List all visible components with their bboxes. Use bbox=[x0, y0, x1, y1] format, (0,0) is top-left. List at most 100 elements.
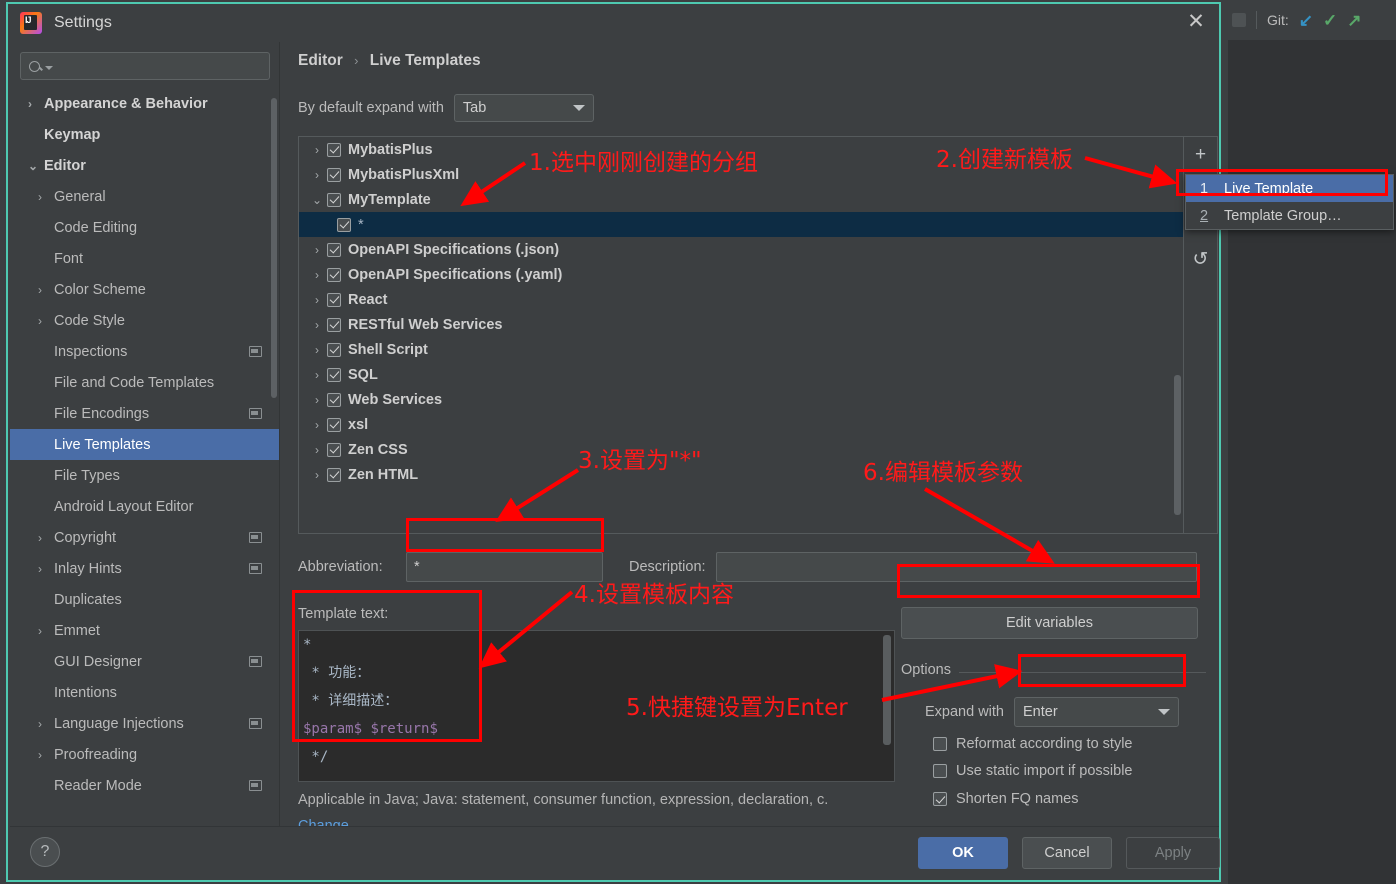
template-enabled-checkbox[interactable] bbox=[327, 142, 341, 157]
chevron-right-icon[interactable]: › bbox=[307, 418, 327, 432]
template-enabled-checkbox[interactable] bbox=[327, 367, 341, 382]
sidebar-item-gui-designer[interactable]: ›GUI Designer bbox=[10, 646, 280, 677]
description-input[interactable] bbox=[715, 552, 1197, 582]
sidebar-item-file-and-code-templates[interactable]: ›File and Code Templates bbox=[10, 367, 280, 398]
chevron-right-icon[interactable]: › bbox=[307, 293, 327, 307]
sidebar-item-file-encodings[interactable]: ›File Encodings bbox=[10, 398, 280, 429]
sidebar-item-proofreading[interactable]: › Proofreading bbox=[10, 739, 280, 770]
revert-template-button[interactable]: ↺ bbox=[1188, 247, 1214, 271]
sidebar-item-live-templates[interactable]: ›Live Templates bbox=[10, 429, 280, 460]
chevron-right-icon[interactable]: › bbox=[307, 468, 327, 482]
search-input[interactable] bbox=[20, 52, 270, 80]
git-commit-icon[interactable]: ✓ bbox=[1323, 12, 1337, 29]
checkbox-indicator[interactable] bbox=[933, 737, 947, 751]
sidebar-item-inspections[interactable]: ›Inspections bbox=[10, 336, 280, 367]
chevron-right-icon[interactable]: › bbox=[307, 393, 327, 407]
sidebar-item-color-scheme[interactable]: › Color Scheme bbox=[10, 274, 280, 305]
help-button[interactable]: ? bbox=[30, 837, 60, 867]
add-template-button[interactable]: + bbox=[1188, 143, 1214, 167]
template-enabled-checkbox[interactable] bbox=[327, 417, 341, 432]
template-enabled-checkbox[interactable] bbox=[327, 442, 341, 457]
sidebar-item-code-style[interactable]: › Code Style bbox=[10, 305, 280, 336]
expand-default-select[interactable]: Tab bbox=[453, 94, 594, 122]
option-checkbox-reformat-according-to-style[interactable]: Reformat according to style bbox=[933, 736, 1133, 752]
cancel-button[interactable]: Cancel bbox=[1022, 837, 1112, 869]
chevron-right-icon[interactable]: › bbox=[307, 143, 327, 157]
chevron-right-icon[interactable]: › bbox=[307, 268, 327, 282]
checkbox-indicator[interactable] bbox=[933, 792, 947, 806]
sidebar-item-font[interactable]: ›Font bbox=[10, 243, 280, 274]
template-enabled-checkbox[interactable] bbox=[327, 292, 341, 307]
expand-with-select[interactable]: Enter bbox=[1014, 697, 1179, 727]
apply-button[interactable]: Apply bbox=[1126, 837, 1220, 869]
template-enabled-checkbox[interactable] bbox=[327, 317, 341, 332]
chevron-right-icon[interactable]: › bbox=[307, 443, 327, 457]
template-tree-row[interactable]: › Shell Script bbox=[299, 337, 1183, 362]
template-tree-row[interactable]: › Web Services bbox=[299, 387, 1183, 412]
template-enabled-checkbox[interactable] bbox=[327, 392, 341, 407]
list-scrollbar[interactable] bbox=[1174, 375, 1181, 515]
chevron-right-icon[interactable]: › bbox=[38, 531, 54, 545]
template-tree-row[interactable]: › OpenAPI Specifications (.yaml) bbox=[299, 262, 1183, 287]
sidebar-item-android-layout-editor[interactable]: ›Android Layout Editor bbox=[10, 491, 280, 522]
sidebar-item-inlay-hints[interactable]: › Inlay Hints bbox=[10, 553, 280, 584]
sidebar-item-intentions[interactable]: ›Intentions bbox=[10, 677, 280, 708]
template-enabled-checkbox[interactable] bbox=[327, 242, 341, 257]
template-tree-row[interactable]: › RESTful Web Services bbox=[299, 312, 1183, 337]
chevron-right-icon[interactable]: › bbox=[38, 624, 54, 638]
sidebar-item-code-editing[interactable]: ›Code Editing bbox=[10, 212, 280, 243]
sidebar-scrollbar[interactable] bbox=[271, 98, 277, 398]
template-tree-row[interactable]: › SQL bbox=[299, 362, 1183, 387]
edit-variables-button[interactable]: Edit variables bbox=[901, 607, 1198, 639]
template-enabled-checkbox[interactable] bbox=[327, 267, 341, 282]
chevron-right-icon[interactable]: › bbox=[307, 368, 327, 382]
chevron-right-icon[interactable]: › bbox=[307, 318, 327, 332]
chevron-right-icon[interactable]: › bbox=[28, 97, 44, 111]
sidebar-item-reader-mode[interactable]: ›Reader Mode bbox=[10, 770, 280, 801]
sidebar-item-general[interactable]: › General bbox=[10, 181, 280, 212]
template-enabled-checkbox[interactable] bbox=[327, 167, 341, 182]
chevron-right-icon[interactable]: › bbox=[38, 283, 54, 297]
editor-scrollbar[interactable] bbox=[883, 635, 891, 745]
sidebar-item-language-injections[interactable]: › Language Injections bbox=[10, 708, 280, 739]
template-tree-row[interactable]: › React bbox=[299, 287, 1183, 312]
menu-item-template-group[interactable]: 2 Template Group… bbox=[1186, 202, 1393, 229]
template-tree-row[interactable]: ⌄ MyTemplate bbox=[299, 187, 1183, 212]
chevron-right-icon[interactable]: › bbox=[307, 243, 327, 257]
option-checkbox-shorten-fq-names[interactable]: Shorten FQ names bbox=[933, 791, 1079, 807]
checkbox-indicator[interactable] bbox=[933, 764, 947, 778]
sidebar-item-editor[interactable]: ⌄ Editor bbox=[10, 150, 280, 181]
option-checkbox-use-static-import-if-possible[interactable]: Use static import if possible bbox=[933, 763, 1132, 779]
template-tree-row[interactable]: › OpenAPI Specifications (.json) bbox=[299, 237, 1183, 262]
chevron-right-icon[interactable]: › bbox=[38, 717, 54, 731]
template-tree-row[interactable]: › xsl bbox=[299, 412, 1183, 437]
chevron-right-icon[interactable]: › bbox=[38, 190, 54, 204]
template-enabled-checkbox[interactable] bbox=[327, 342, 341, 357]
chevron-right-icon[interactable]: › bbox=[38, 314, 54, 328]
template-enabled-checkbox[interactable] bbox=[337, 217, 351, 232]
chevron-right-icon[interactable]: › bbox=[307, 168, 327, 182]
chevron-right-icon[interactable]: › bbox=[38, 562, 54, 576]
sidebar-item-appearance-behavior[interactable]: › Appearance & Behavior bbox=[10, 88, 280, 119]
chevron-down-icon[interactable] bbox=[45, 65, 53, 70]
sidebar-item-duplicates[interactable]: ›Duplicates bbox=[10, 584, 280, 615]
breadcrumb-parent[interactable]: Editor bbox=[298, 52, 343, 69]
template-enabled-checkbox[interactable] bbox=[327, 467, 341, 482]
sidebar-item-emmet[interactable]: › Emmet bbox=[10, 615, 280, 646]
chevron-right-icon[interactable]: › bbox=[307, 343, 327, 357]
template-enabled-checkbox[interactable] bbox=[327, 192, 341, 207]
git-push-icon[interactable]: ↗ bbox=[1347, 12, 1361, 29]
template-tree-row[interactable]: › Zen HTML bbox=[299, 462, 1183, 487]
menu-item-live-template[interactable]: 1 Live Template bbox=[1186, 175, 1393, 202]
sidebar-item-file-types[interactable]: ›File Types bbox=[10, 460, 280, 491]
chevron-right-icon[interactable]: › bbox=[38, 748, 54, 762]
sidebar-item-keymap[interactable]: ›Keymap bbox=[10, 119, 280, 150]
ok-button[interactable]: OK bbox=[918, 837, 1008, 869]
close-icon[interactable]: ✕ bbox=[1185, 11, 1207, 34]
stop-button-icon[interactable] bbox=[1232, 13, 1246, 27]
sidebar-item-copyright[interactable]: › Copyright bbox=[10, 522, 280, 553]
chevron-down-icon[interactable]: ⌄ bbox=[28, 159, 44, 173]
template-tree-row[interactable]: › Zen CSS bbox=[299, 437, 1183, 462]
chevron-down-icon[interactable]: ⌄ bbox=[307, 193, 327, 207]
git-update-icon[interactable]: ↙ bbox=[1299, 12, 1313, 29]
